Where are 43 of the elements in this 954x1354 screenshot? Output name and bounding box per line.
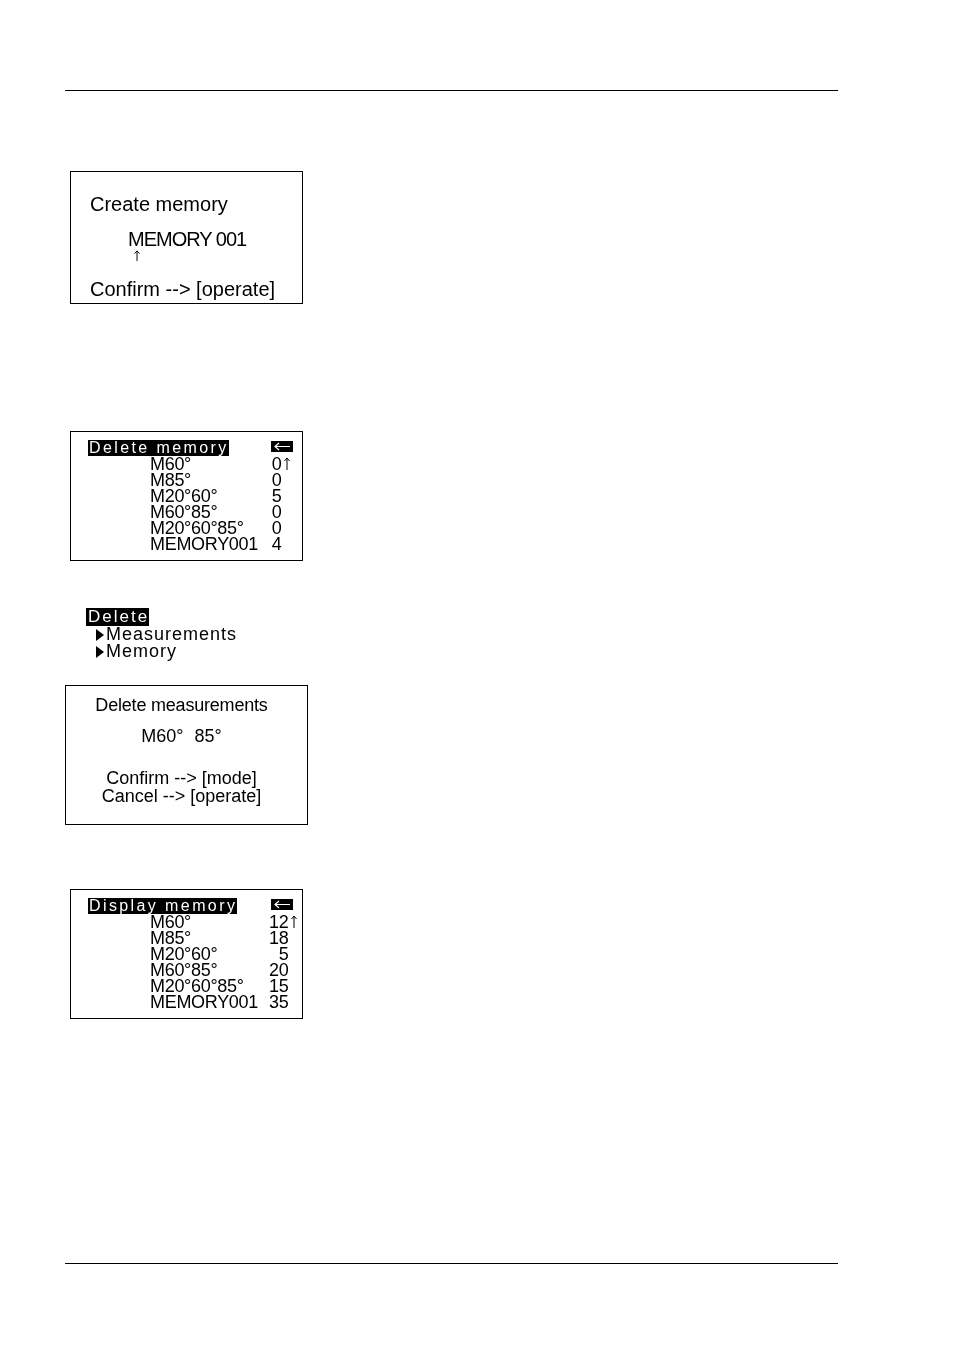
- prompt-text: Cancel --> [operate]: [101, 787, 262, 805]
- up-arrow-icon: [291, 915, 298, 928]
- row-label: M20°60°85°: [150, 520, 244, 536]
- row-count: 5: [278, 946, 289, 962]
- row-label: M85°: [150, 930, 191, 946]
- screen-title: Display memory: [88, 898, 238, 914]
- menu-item[interactable]: Measurements: [96, 626, 238, 643]
- prompt-text: Confirm --> [operate]: [90, 277, 276, 301]
- screen-title: Delete memory: [88, 440, 229, 456]
- row-count: 5: [270, 488, 282, 504]
- memory-name: MEMORY 001: [128, 228, 247, 250]
- up-arrow-icon: [134, 250, 140, 261]
- row-label: M60°: [150, 456, 191, 472]
- row-label: M60°85°: [150, 504, 218, 520]
- row-label: M85°: [150, 472, 191, 488]
- row-label: M20°60°: [150, 488, 219, 504]
- row-label: M20°60°85°: [150, 978, 244, 994]
- row-label: MEMORY001: [150, 536, 259, 552]
- back-arrow-icon[interactable]: [271, 899, 293, 910]
- row-label: M20°60°: [150, 946, 219, 962]
- back-arrow-icon[interactable]: [271, 441, 293, 452]
- screen-title: Create memory: [90, 192, 228, 216]
- up-arrow-icon: [284, 457, 291, 470]
- triangle-icon: [96, 645, 104, 658]
- row-count: 12: [269, 914, 289, 930]
- row-count: 0: [270, 504, 282, 520]
- selection-text: M60° 85°: [141, 727, 222, 746]
- row-count: 4: [270, 536, 282, 552]
- row-count: 15: [269, 978, 289, 994]
- menu-title: Delete: [86, 608, 150, 626]
- row-count: 0: [270, 456, 282, 472]
- row-count: 20: [269, 962, 289, 978]
- row-label: MEMORY001: [150, 994, 259, 1010]
- triangle-icon: [96, 628, 104, 641]
- prompt-text: Confirm --> [mode]: [106, 769, 257, 787]
- row-count: 0: [270, 472, 282, 488]
- menu-item[interactable]: Memory: [96, 643, 177, 660]
- screen-title: Delete measurements: [95, 696, 268, 715]
- row-label: M60°85°: [150, 962, 218, 978]
- row-count: 18: [269, 930, 289, 946]
- row-count: 35: [269, 994, 289, 1010]
- row-count: 0: [270, 520, 282, 536]
- row-label: M60°: [150, 914, 191, 930]
